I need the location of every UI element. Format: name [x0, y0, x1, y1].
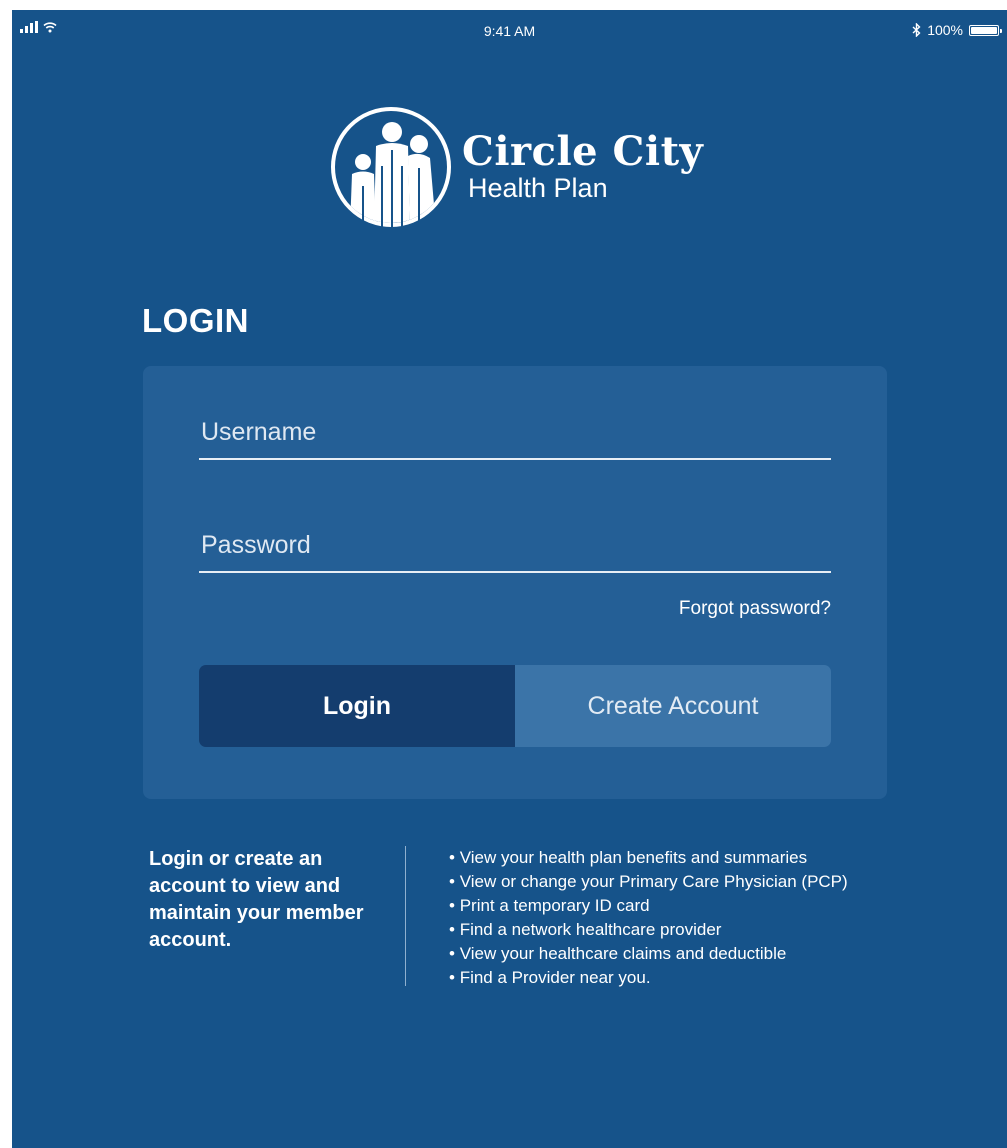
logo-text: Circle City Health Plan — [462, 128, 704, 204]
forgot-password-link[interactable]: Forgot password? — [679, 598, 831, 620]
bluetooth-icon — [912, 23, 921, 37]
feature-item: Find a Provider near you. — [449, 966, 848, 990]
login-heading: LOGIN — [142, 302, 249, 339]
logo-subtitle: Health Plan — [468, 173, 608, 203]
logo-title: Circle City — [462, 128, 704, 175]
username-input[interactable] — [199, 406, 831, 458]
username-field — [199, 406, 831, 460]
feature-item: Print a temporary ID card — [449, 894, 848, 918]
app-screen: 9:41 AM 100% Circle City Health Plan LOG… — [12, 10, 1007, 1148]
logo: Circle City Health Plan — [330, 106, 703, 228]
feature-item: Find a network healthcare provider — [449, 918, 848, 942]
feature-item: View your healthcare claims and deductib… — [449, 942, 848, 966]
status-bar: 9:41 AM 100% — [12, 10, 1007, 50]
login-card: Forgot password? Login Create Account — [143, 366, 887, 799]
feature-item: View your health plan benefits and summa… — [449, 846, 848, 870]
info-text: Login or create an account to view and m… — [149, 848, 364, 951]
info-divider — [405, 846, 406, 986]
features-list: View your health plan benefits and summa… — [449, 846, 848, 990]
password-input[interactable] — [199, 519, 831, 571]
create-account-button[interactable]: Create Account — [515, 665, 831, 747]
feature-item: View or change your Primary Care Physici… — [449, 870, 848, 894]
status-time: 9:41 AM — [483, 23, 536, 39]
password-field — [199, 519, 831, 573]
auth-button-group: Login Create Account — [199, 665, 831, 747]
login-button[interactable]: Login — [199, 665, 515, 747]
family-logo-icon — [331, 107, 451, 228]
status-bar-right: 100% — [912, 22, 1002, 38]
battery-icon — [969, 24, 1002, 36]
battery-percent: 100% — [927, 22, 963, 38]
